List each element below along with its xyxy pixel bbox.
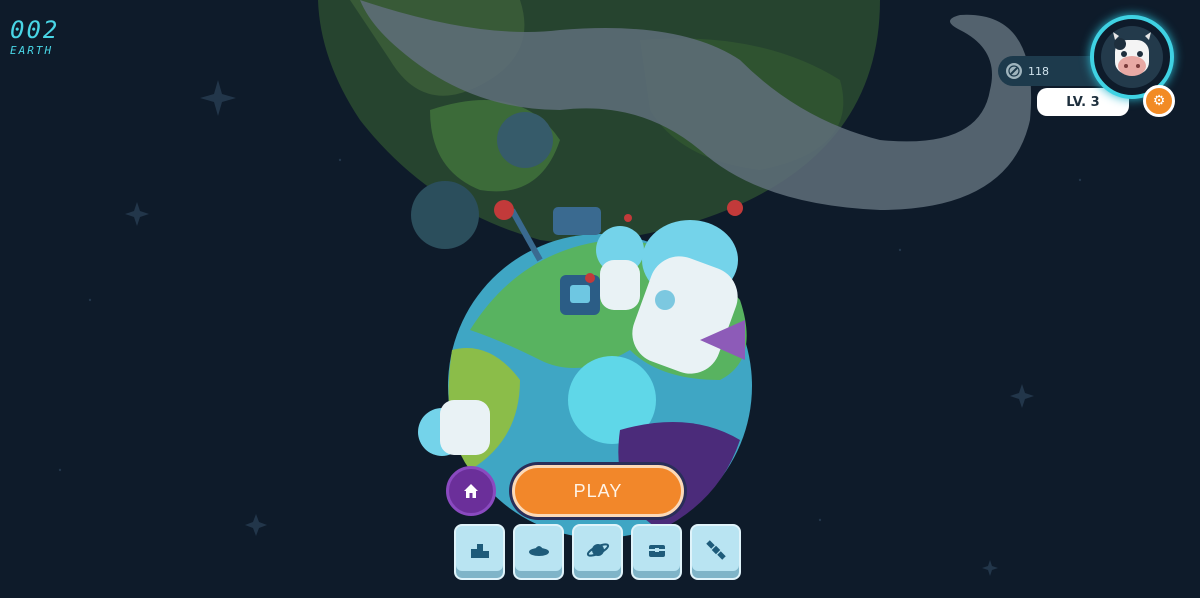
- game-scene: 002 EARTH 118 LV. 3 ⚙ PLAY: [0, 0, 1200, 598]
- home-button[interactable]: [446, 466, 496, 516]
- chest-icon: [648, 545, 665, 557]
- ufo-icon: [528, 546, 549, 556]
- satellite-icon: [705, 540, 726, 560]
- planet-number: 002: [10, 16, 60, 44]
- leaderboard-button[interactable]: [454, 524, 505, 580]
- satellite-button[interactable]: [690, 524, 741, 580]
- leaderboard-icon: [470, 544, 489, 558]
- planet-button[interactable]: [572, 524, 623, 580]
- home-icon: [464, 484, 478, 498]
- chest-button[interactable]: [631, 524, 682, 580]
- background-planet: [318, 0, 1032, 249]
- planet-name: EARTH: [10, 44, 54, 57]
- coin-icon: [1006, 63, 1022, 79]
- planet-icon: [586, 543, 609, 557]
- ufo-button[interactable]: [513, 524, 564, 580]
- coin-amount: 118: [1028, 64, 1049, 78]
- gear-icon: ⚙: [1152, 93, 1166, 109]
- bottom-toolbar: [454, 524, 741, 580]
- play-button[interactable]: PLAY: [512, 465, 684, 517]
- cow-avatar-icon: [1101, 26, 1163, 88]
- planet-id: 002 EARTH: [10, 18, 59, 57]
- settings-button[interactable]: ⚙: [1143, 85, 1175, 117]
- profile-panel: 118 LV. 3 ⚙: [990, 0, 1200, 130]
